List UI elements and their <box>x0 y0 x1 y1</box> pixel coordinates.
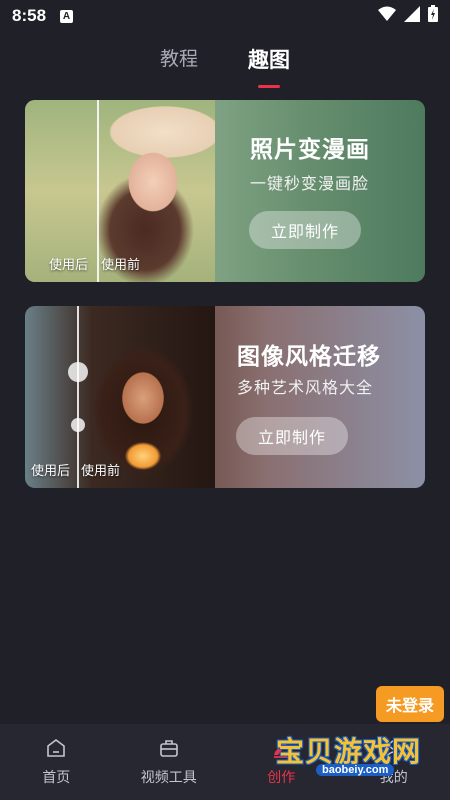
signal-icon <box>404 5 420 27</box>
photo-to-comic-card[interactable]: 使用后 使用前 照片变漫画 一键秒变漫画脸 立即制作 <box>25 100 425 282</box>
after-label: 使用后 <box>49 257 89 272</box>
make-now-button[interactable]: 立即制作 <box>236 417 348 455</box>
nav-home[interactable]: 首页 <box>0 724 113 800</box>
nav-home-label: 首页 <box>42 769 71 785</box>
make-now-button[interactable]: 立即制作 <box>249 211 361 249</box>
before-label: 使用前 <box>81 463 121 478</box>
wifi-icon <box>378 6 396 27</box>
card-title: 图像风格迁移 <box>237 343 381 369</box>
style-transfer-card[interactable]: 使用后 使用前 图像风格迁移 多种艺术风格大全 立即制作 <box>25 306 425 488</box>
tab-fun-pics-label: 趣图 <box>248 49 290 72</box>
battery-icon <box>428 5 438 27</box>
compare-handle[interactable] <box>68 362 88 382</box>
tab-fun-pics[interactable]: 趣图 <box>248 44 290 88</box>
status-time: 8:58 <box>12 6 47 25</box>
watermark-url: baobeiy.com <box>316 764 395 776</box>
status-bar: 8:58 A <box>0 0 450 32</box>
card-subtitle: 一键秒变漫画脸 <box>250 176 370 193</box>
before-label: 使用前 <box>101 257 141 272</box>
compare-handle[interactable] <box>71 418 85 432</box>
compare-divider[interactable] <box>97 100 99 282</box>
after-label: 使用后 <box>31 463 71 478</box>
card-title: 照片变漫画 <box>250 136 370 162</box>
nav-video-tools-label: 视频工具 <box>140 769 197 785</box>
compare-divider[interactable] <box>77 306 79 488</box>
nav-video-tools[interactable]: 视频工具 <box>113 724 226 800</box>
tab-tutorial[interactable]: 教程 <box>160 44 198 88</box>
watermark: 宝贝游戏网 baobeiy.com <box>276 712 426 782</box>
notification-icon: A <box>60 9 74 23</box>
home-icon <box>45 737 67 759</box>
active-tab-indicator <box>258 85 280 88</box>
toolbox-icon <box>158 737 180 759</box>
tab-tutorial-label: 教程 <box>159 49 198 70</box>
card-subtitle: 多种艺术风格大全 <box>237 380 374 397</box>
top-tabs: 教程 趣图 <box>0 44 450 88</box>
